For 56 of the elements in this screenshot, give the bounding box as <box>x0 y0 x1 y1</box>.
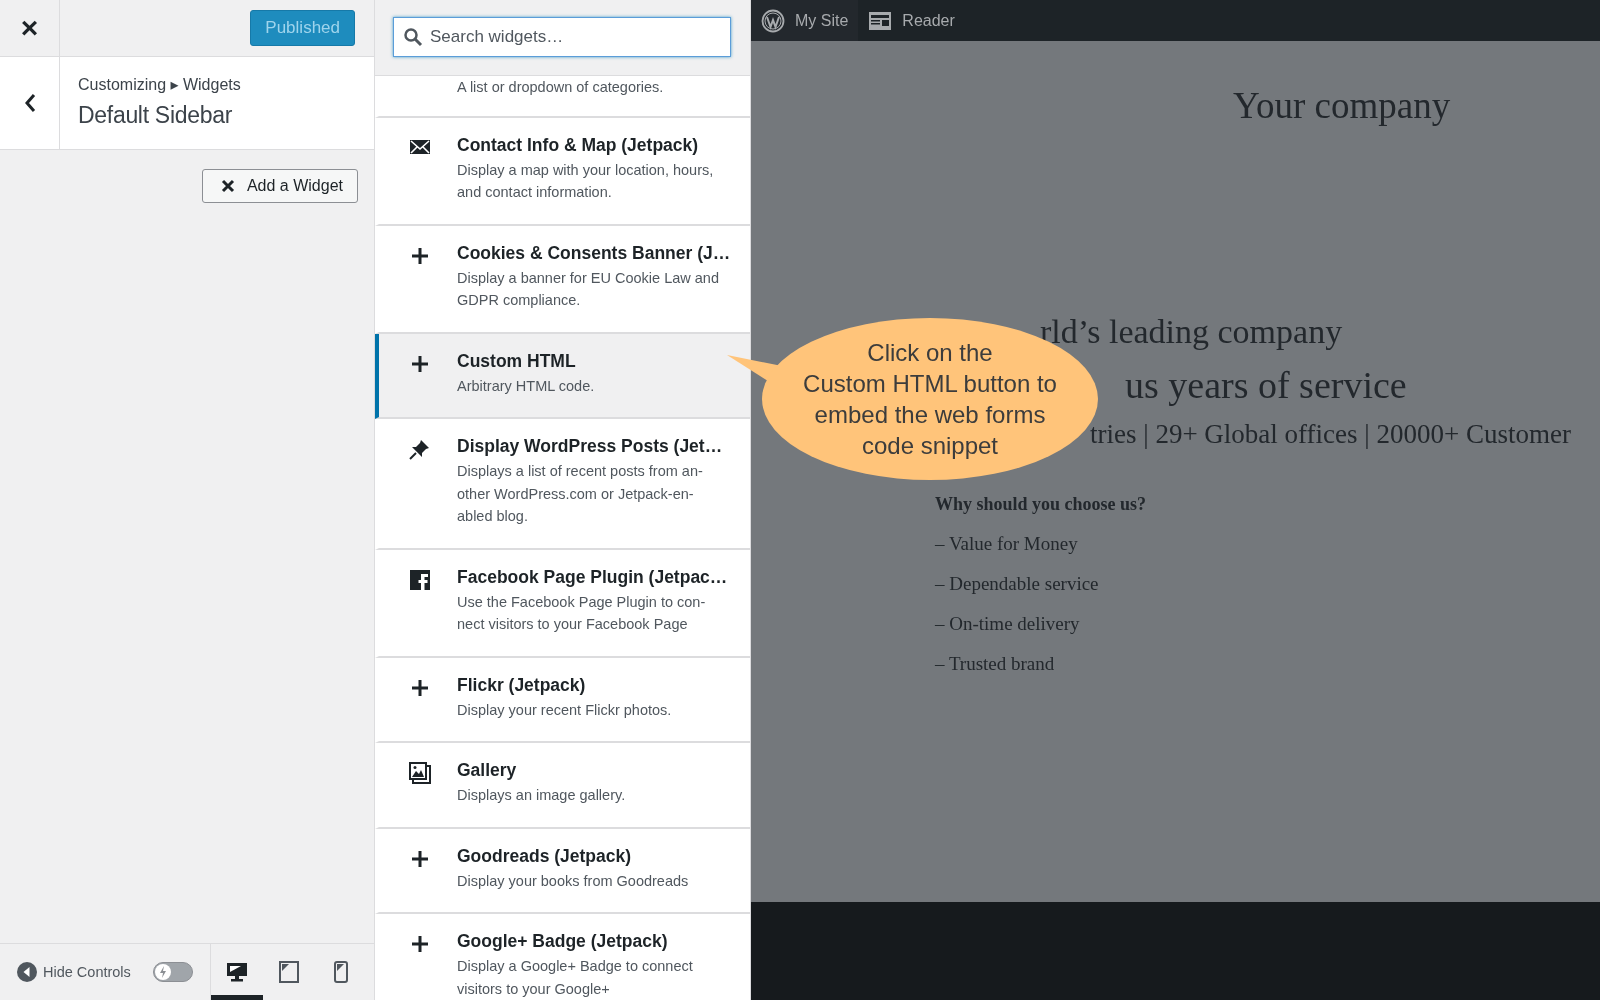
top-bar-link[interactable]: Reader <box>858 0 965 41</box>
close-icon <box>220 179 235 193</box>
widget-item[interactable]: A list or dropdown of categories. <box>375 76 750 118</box>
search-field[interactable]: Search widgets… <box>393 17 731 57</box>
widget-item[interactable]: Cookies & Consents Banner (J… Display a banner for EU Cookie Law and GDPR compliance. <box>375 225 750 334</box>
widget-description: Arbitrary HTML code. <box>457 376 595 396</box>
widget-item[interactable]: Google+ Badge (Jetpack) Display a Google+ Badge to connect visitors to your Google+ <box>375 914 750 1000</box>
desktop-icon <box>225 960 248 983</box>
widget-title: Cookies & Consents Banner (J… <box>457 242 731 264</box>
section-heading: Why should you choose us? <box>935 494 1148 515</box>
widget-item[interactable]: Goodreads (Jetpack) Display your books from Goodreads <box>375 828 750 914</box>
widget-description: Display your recent Flickr photos. <box>457 700 672 720</box>
list-item: – Value for Money <box>935 533 1079 555</box>
headline-text: tries | 29+ Global offices | 20000+ Customer <box>1090 419 1572 450</box>
square-logo-icon <box>409 568 431 591</box>
widget-description: Displays an image gallery. <box>457 786 626 805</box>
site-title: Your company <box>1233 84 1452 127</box>
widget-title: Display WordPress Posts (Jet… <box>457 436 723 457</box>
widget-item[interactable]: Display WordPress Posts (Jet… Displays a list of recent posts from an-other WordPress.com or Jetpack-en-abled blog. <box>375 419 750 550</box>
add-widget-button[interactable]: Add a Widget <box>201 169 358 203</box>
widget-item[interactable]: Gallery Displays an image gallery. <box>375 743 750 829</box>
hide-controls-button[interactable]: Hide Controls <box>17 962 131 982</box>
widget-description: Display a map with your location, hours, and contact information. <box>457 160 715 202</box>
widget-description: A list or dropdown of categories. <box>457 78 664 97</box>
widget-title: Flickr (Jetpack) <box>457 674 587 696</box>
widget-title: Google+ Badge (Jetpack) <box>457 931 669 952</box>
widget-title: Gallery <box>457 760 518 781</box>
widget-title: Facebook Page Plugin (Jetpac… <box>457 566 728 588</box>
headline-text: us years of service <box>1125 363 1408 407</box>
collapse-icon <box>17 962 37 982</box>
widget-description: Display a banner for EU Cookie Law and GDPR compliance. <box>457 268 719 310</box>
widget-title: Goodreads (Jetpack) <box>457 845 633 867</box>
widget-item[interactable]: Facebook Page Plugin (Jetpac… Use the Facebook Page Plugin to con-nect visitors to your Facebook Page <box>375 549 750 658</box>
breadcrumb: Customizing ▸ Widgets <box>78 75 241 94</box>
toggle-switch[interactable] <box>152 962 193 982</box>
widget-item[interactable]: Custom HTML Arbitrary HTML code. <box>375 333 750 419</box>
widget-item[interactable]: Contact Info & Map (Jetpack) Display a map with your location, hours, and contact information. <box>375 117 750 226</box>
logo-icon <box>761 8 785 33</box>
widget-title: Custom HTML <box>457 350 577 372</box>
list-item: – On-time delivery <box>935 613 1081 635</box>
widget-description: Display your books from Goodreads <box>457 871 689 891</box>
widget-description: Displays a list of recent posts from an-other WordPress.com or Jetpack-en-abled blog. <box>457 462 704 526</box>
close-button[interactable]: × <box>0 0 60 56</box>
list-item: – Trusted brand <box>935 653 1056 675</box>
section-title: Default Sidebar <box>78 102 234 129</box>
list-item: – Dependable service <box>935 573 1100 595</box>
plus-icon <box>409 933 431 955</box>
gallery-icon <box>409 762 431 784</box>
widget-description: Display a Google+ Badge to connect visitors to your Google+ <box>457 957 694 999</box>
pushpin-icon <box>409 438 431 460</box>
top-bar-link[interactable]: My Site <box>751 0 859 41</box>
tablet-icon <box>277 960 300 983</box>
back-icon <box>23 93 36 113</box>
widget-item[interactable]: Flickr (Jetpack) Display your recent Flickr photos. <box>375 657 750 743</box>
widget-title: Contact Info & Map (Jetpack) <box>457 134 700 156</box>
widget-description: Use the Facebook Page Plugin to con-nect visitors to your Facebook Page <box>457 592 707 634</box>
